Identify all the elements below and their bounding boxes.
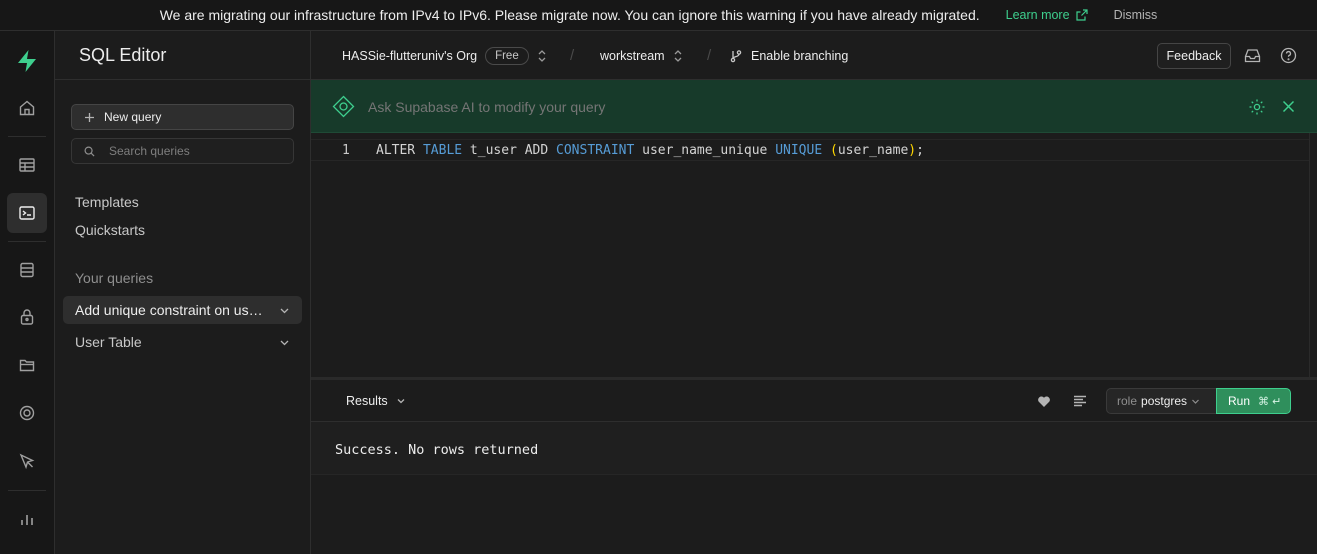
org-selector[interactable]: HASSie-flutteruniv's Org Free <box>342 31 547 80</box>
nav-database[interactable] <box>7 250 47 290</box>
format-icon[interactable] <box>1073 395 1087 407</box>
search-queries-input[interactable] <box>109 144 279 158</box>
home-icon <box>19 100 35 116</box>
code-line: 1 ALTER TABLE t_user ADD CONSTRAINT user… <box>311 139 1309 161</box>
run-label: Run <box>1228 394 1251 408</box>
database-icon <box>20 262 34 278</box>
auth-icon <box>20 309 34 325</box>
role-value: postgres <box>1141 394 1188 408</box>
external-link-icon <box>1075 9 1088 21</box>
result-message: Success. No rows returned <box>335 442 539 458</box>
run-shortcut: ⌘ ↵ <box>1258 395 1282 408</box>
migration-banner: We are migrating our infrastructure from… <box>0 0 1317 31</box>
chevron-down-icon[interactable] <box>279 305 290 316</box>
plus-icon <box>85 112 94 122</box>
quickstarts-link[interactable]: Quickstarts <box>75 222 145 238</box>
git-branch-icon <box>730 49 742 62</box>
ai-icon <box>332 95 355 118</box>
breadcrumb-separator: / <box>570 47 575 64</box>
inbox-icon[interactable] <box>1244 48 1261 63</box>
chevron-down-icon <box>397 399 405 404</box>
chevron-down-icon[interactable] <box>279 337 290 348</box>
ai-assistant-bar <box>311 80 1317 133</box>
results-tab[interactable]: Results <box>346 394 406 408</box>
nav-realtime[interactable] <box>7 393 47 433</box>
feedback-button[interactable]: Feedback <box>1157 43 1231 69</box>
your-queries-heading: Your queries <box>75 270 154 286</box>
results-tab-label: Results <box>346 394 388 408</box>
line-number: 1 <box>342 143 350 158</box>
nav-advisors[interactable] <box>7 441 47 481</box>
advisors-icon <box>19 453 35 470</box>
supabase-logo-icon <box>18 50 36 72</box>
sql-editor-sidebar: SQL Editor New query Templates Quickstar… <box>55 31 311 554</box>
supabase-logo[interactable] <box>7 41 47 81</box>
query-item[interactable]: User Table <box>63 328 302 356</box>
org-name: HASSie-flutteruniv's Org <box>342 48 478 63</box>
new-query-label: New query <box>104 110 162 124</box>
results-output: Success. No rows returned <box>311 422 1317 475</box>
heart-icon[interactable] <box>1037 395 1051 408</box>
dismiss-button[interactable]: Dismiss <box>1114 8 1158 22</box>
code-editor[interactable]: 1 ALTER TABLE t_user ADD CONSTRAINT user… <box>311 133 1317 378</box>
search-queries <box>71 138 294 164</box>
nav-rail <box>0 31 55 554</box>
storage-icon <box>19 359 35 372</box>
ai-prompt-input[interactable] <box>368 99 1068 115</box>
nav-table-editor[interactable] <box>7 145 47 185</box>
nav-auth[interactable] <box>7 297 47 337</box>
nav-storage[interactable] <box>7 345 47 385</box>
chevron-down-icon <box>1192 399 1199 404</box>
role-selector[interactable]: role postgres <box>1106 388 1218 414</box>
nav-home[interactable] <box>7 88 47 128</box>
new-query-button[interactable]: New query <box>71 104 294 130</box>
top-bar: HASSie-flutteruniv's Org Free / workstre… <box>311 31 1317 80</box>
gear-icon[interactable] <box>1248 98 1266 116</box>
close-icon[interactable] <box>1282 100 1295 113</box>
reports-icon <box>21 515 33 525</box>
search-icon <box>84 146 95 157</box>
project-selector[interactable]: workstream <box>600 31 683 80</box>
chevrons-updown-icon <box>538 49 546 62</box>
sidebar-title: SQL Editor <box>79 44 167 65</box>
query-item-label: Add unique constraint on user_name <box>75 302 265 318</box>
enable-branching-button[interactable]: Enable branching <box>729 31 848 80</box>
help-icon[interactable] <box>1280 47 1297 64</box>
sql-statement: ALTER TABLE t_user ADD CONSTRAINT user_n… <box>376 143 924 158</box>
project-name: workstream <box>600 48 665 63</box>
banner-message: We are migrating our infrastructure from… <box>159 7 980 23</box>
sidebar-header: SQL Editor <box>55 31 311 80</box>
templates-link[interactable]: Templates <box>75 194 139 210</box>
enable-branching-label: Enable branching <box>751 48 849 63</box>
query-item-label: User Table <box>75 334 142 350</box>
learn-more-link[interactable]: Learn more <box>1006 8 1088 22</box>
results-toolbar: Results role postgres Run ⌘ ↵ <box>311 380 1317 422</box>
editor-scrollbar[interactable] <box>1309 133 1317 378</box>
nav-sql-editor[interactable] <box>7 193 47 233</box>
query-item-active[interactable]: Add unique constraint on user_name <box>63 296 302 324</box>
role-key: role <box>1117 394 1138 408</box>
table-editor-icon <box>19 158 35 172</box>
learn-more-label: Learn more <box>1005 8 1070 22</box>
breadcrumb-separator: / <box>707 47 712 64</box>
realtime-icon <box>19 405 35 421</box>
chevrons-updown-icon <box>674 49 682 62</box>
run-button[interactable]: Run ⌘ ↵ <box>1216 388 1291 414</box>
plan-badge: Free <box>485 46 529 65</box>
sql-editor-icon <box>19 206 35 220</box>
nav-reports[interactable] <box>7 499 47 539</box>
